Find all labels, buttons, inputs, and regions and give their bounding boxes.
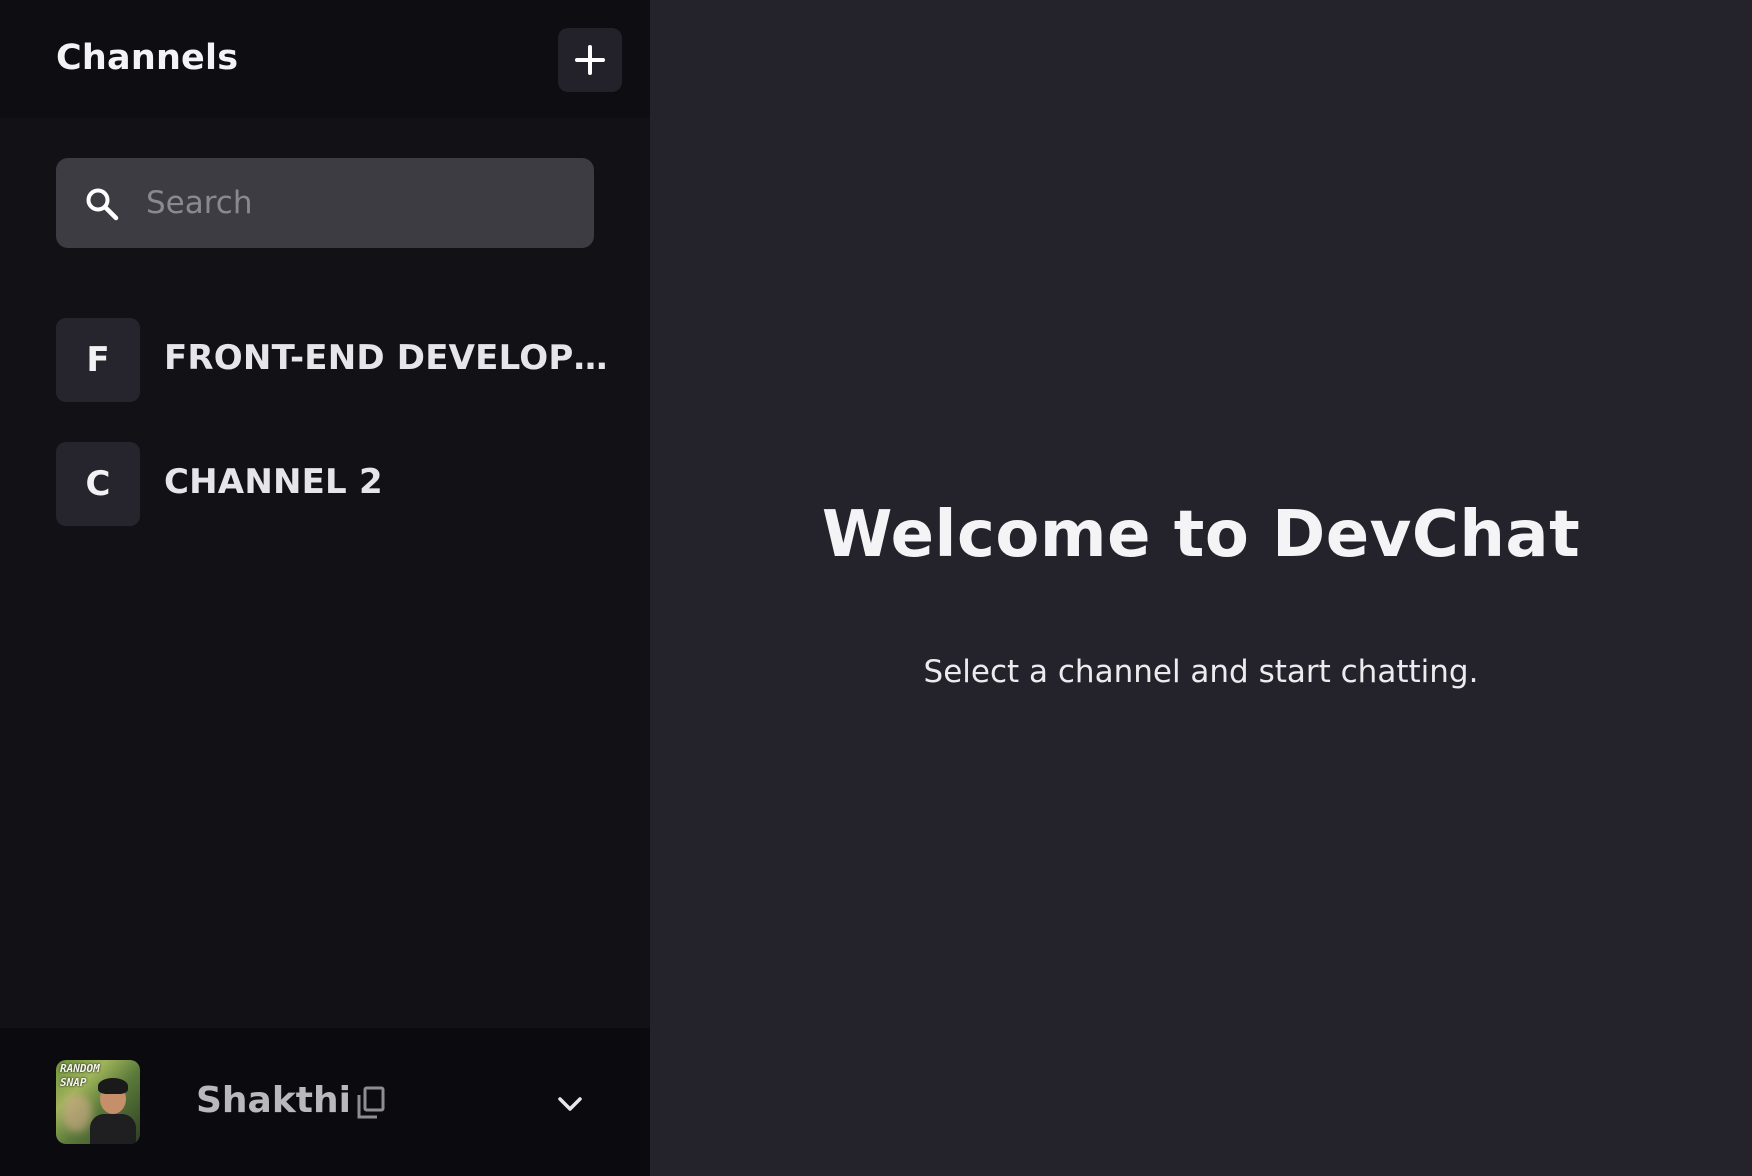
chevron-down-icon[interactable] — [554, 1088, 586, 1120]
avatar[interactable]: RANDOM SNAP — [56, 1060, 140, 1144]
channel-item-channel-2[interactable]: C CHANNEL 2 — [56, 442, 616, 526]
search-input[interactable] — [146, 174, 566, 232]
welcome-subtitle: Select a channel and start chatting. — [923, 654, 1479, 690]
copy-icon[interactable] — [356, 1086, 386, 1120]
app-window: Channels F FRONT-END DEVELOPERS C — [0, 0, 1752, 1176]
welcome-title: Welcome to DevChat — [821, 498, 1581, 572]
search-box[interactable] — [56, 158, 594, 248]
channel-avatar: C — [56, 442, 140, 526]
user-name: Shakthi — [196, 1080, 351, 1121]
main-panel: Welcome to DevChat Select a channel and … — [650, 0, 1752, 1176]
channel-name: CHANNEL 2 — [164, 462, 383, 502]
sidebar: Channels F FRONT-END DEVELOPERS C — [0, 0, 650, 1176]
channel-avatar: F — [56, 318, 140, 402]
avatar-caption: RANDOM SNAP — [60, 1062, 100, 1089]
add-channel-button[interactable] — [558, 28, 622, 92]
channel-name: FRONT-END DEVELOPERS — [164, 338, 614, 378]
search-icon — [86, 188, 119, 221]
user-footer: RANDOM SNAP Shakthi — [0, 1028, 650, 1176]
channel-item-front-end-developers[interactable]: F FRONT-END DEVELOPERS — [56, 318, 616, 402]
sidebar-header: Channels — [0, 0, 650, 118]
sidebar-title: Channels — [56, 38, 239, 78]
channel-list: F FRONT-END DEVELOPERS C CHANNEL 2 — [56, 318, 616, 566]
